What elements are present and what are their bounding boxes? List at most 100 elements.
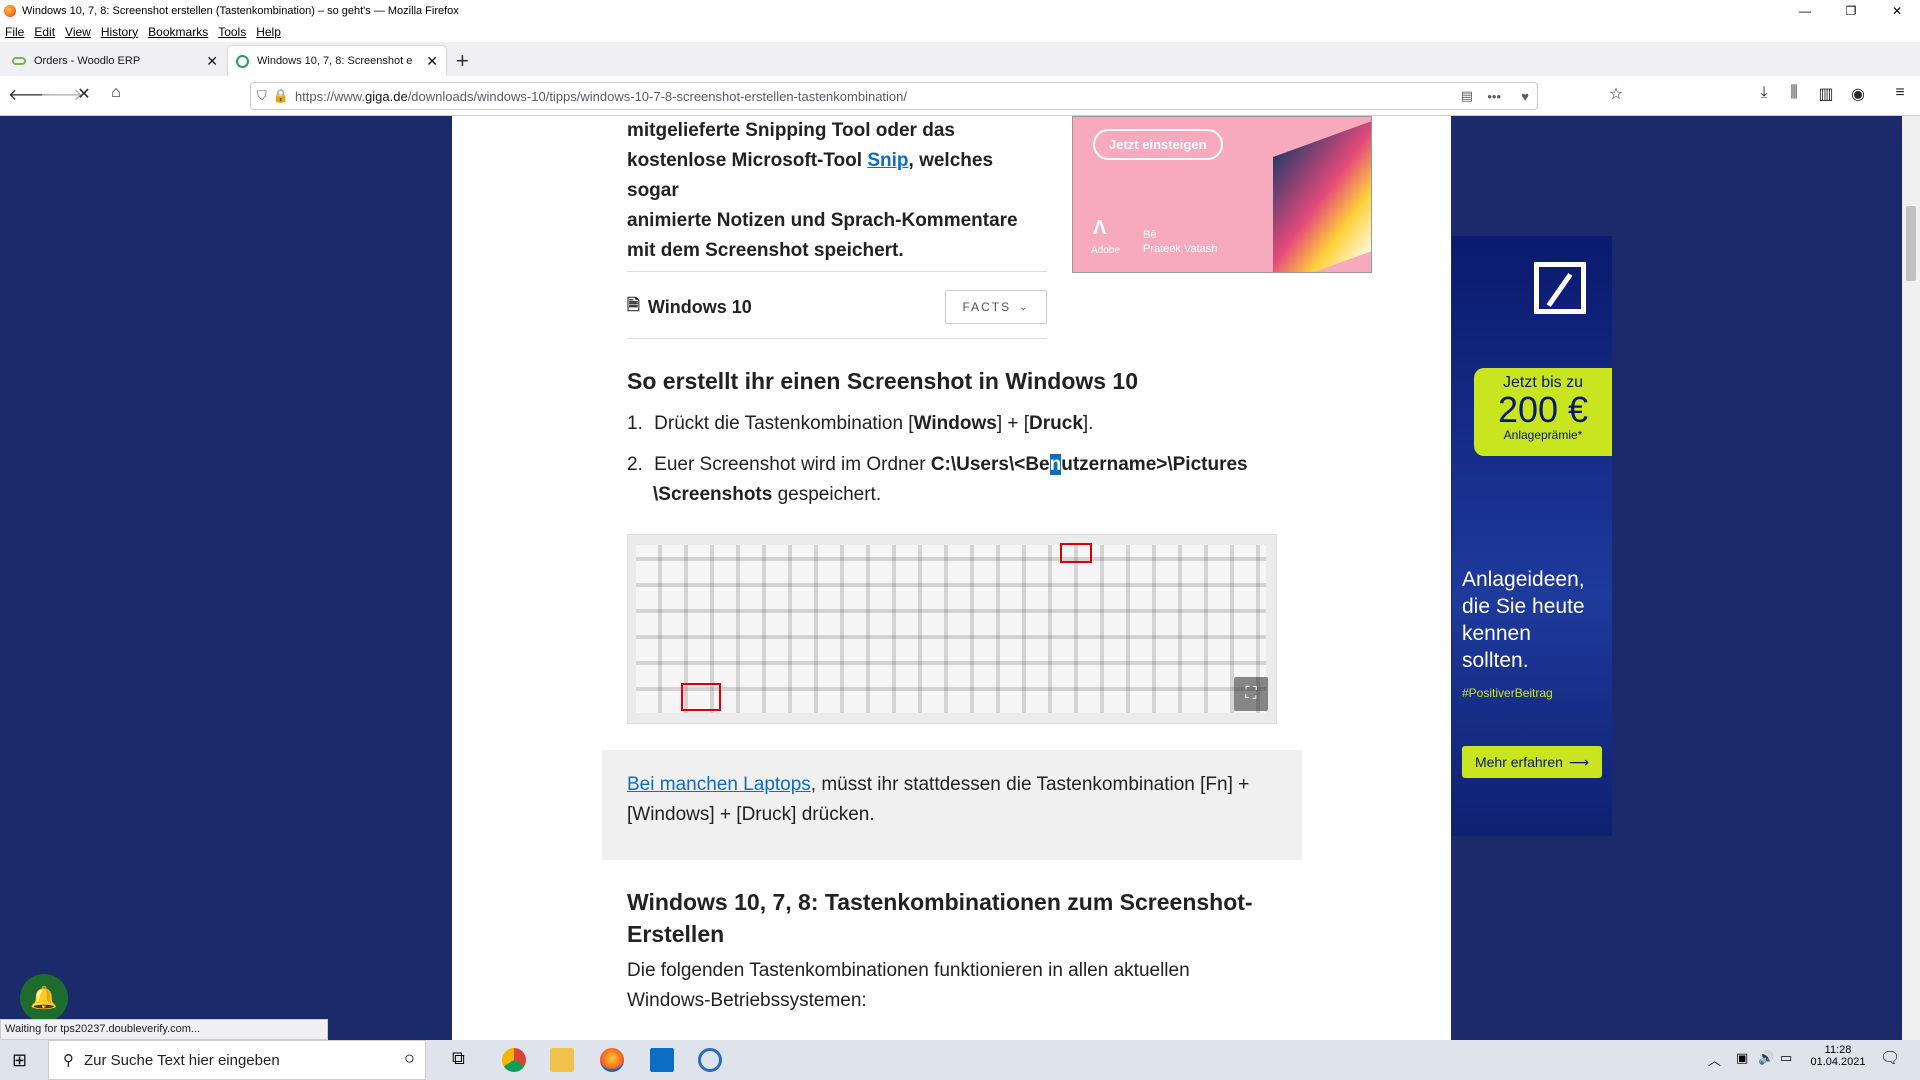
taskbar-search[interactable]: ⚲ Zur Suche Text hier eingeben: [48, 1040, 426, 1080]
facts-button-label: FACTS: [962, 300, 1012, 314]
close-tab-icon[interactable]: ✕: [426, 53, 438, 70]
sidebar-icon[interactable]: ▥: [1814, 84, 1838, 104]
menu-bar: File Edit View History Bookmarks Tools H…: [0, 22, 1920, 42]
tab-label: Orders - Woodlo ERP: [34, 55, 141, 67]
forward-icon[interactable]: 🡒: [40, 84, 83, 105]
step-text: ] + [: [996, 413, 1030, 434]
firefox-taskbar-icon[interactable]: [600, 1048, 624, 1072]
paragraph-line: Windows-Betriebssystemen:: [627, 990, 867, 1011]
section-heading-2: Windows 10, 7, 8: Tastenkombinationen zu…: [627, 886, 1277, 950]
notification-bell-icon[interactable]: 🔔: [20, 974, 68, 1022]
battery-icon[interactable]: ▭: [1780, 1050, 1792, 1066]
path-text: utzername>\Pictures: [1061, 454, 1248, 475]
network-icon[interactable]: ▣: [1736, 1050, 1748, 1066]
close-tab-icon[interactable]: ✕: [206, 53, 218, 70]
db-hashtag: #PositiverBeitrag: [1462, 686, 1553, 700]
step-text: Drückt die Tastenkombination [: [654, 413, 914, 434]
minimize-button[interactable]: —: [1782, 0, 1828, 22]
ad-artwork: [1273, 117, 1371, 272]
menu-help[interactable]: Help: [251, 25, 286, 39]
adobe-ad[interactable]: Jetzt einsteigen Ʌ Adobe Bē Prateek Vata…: [1072, 116, 1372, 273]
tray-chevron-icon[interactable]: ︿: [1708, 1050, 1721, 1069]
intro-line-3: animierte Notizen und Sprach-Kommentare: [627, 210, 1018, 231]
giga-favicon-icon: [236, 54, 249, 68]
tab-giga[interactable]: Windows 10, 7, 8: Screenshot e ✕: [228, 46, 446, 76]
page-actions-icon[interactable]: •••: [1487, 89, 1501, 104]
cortana-icon[interactable]: ○: [404, 1048, 415, 1069]
search-placeholder: Zur Suche Text hier eingeben: [84, 1051, 280, 1069]
paragraph: Die folgenden Tastenkombinationen funkti…: [627, 956, 1277, 1016]
menu-file[interactable]: File: [0, 25, 29, 39]
db-headline: Anlageideen, die Sie heute kennen sollte…: [1462, 566, 1585, 674]
divider: [627, 338, 1047, 339]
text-selection: n: [1049, 454, 1062, 475]
tab-label: Windows 10, 7, 8: Screenshot e: [257, 55, 413, 67]
new-tab-button[interactable]: +: [456, 48, 469, 74]
woodlo-favicon-icon: [12, 57, 26, 65]
maximize-button[interactable]: ❐: [1828, 0, 1874, 22]
facts-button[interactable]: FACTS ⌄: [945, 290, 1047, 324]
lock-icon[interactable]: 🔒: [273, 88, 289, 104]
nav-bar: 🡐 🡒 ✕ ⌂ ⛉ 🔒 https://www. giga.de/download…: [0, 76, 1920, 116]
scrollbar[interactable]: [1902, 116, 1920, 1040]
volume-icon[interactable]: 🔊: [1758, 1050, 1774, 1066]
clock-date: 01.04.2021: [1810, 1056, 1866, 1068]
db-cta-button[interactable]: Mehr erfahren ⟶: [1462, 746, 1602, 778]
menu-edit[interactable]: Edit: [29, 25, 60, 39]
badge-line: Anlageprämie*: [1503, 428, 1583, 442]
headline-line: Anlageideen,: [1462, 568, 1585, 591]
menu-history[interactable]: History: [96, 25, 143, 39]
snip-link[interactable]: Snip: [867, 150, 908, 171]
paragraph-line: Die folgenden Tastenkombinationen funkti…: [627, 960, 1190, 981]
url-path: /downloads/windows-10/tipps/windows-10-7…: [407, 88, 907, 104]
mail-icon[interactable]: [650, 1048, 674, 1072]
tab-bar: Orders - Woodlo ERP ✕ Windows 10, 7, 8: …: [0, 42, 1920, 76]
step-1: 1. Drückt die Tastenkombination [Windows…: [627, 409, 1093, 439]
close-window-button[interactable]: ✕: [1874, 0, 1920, 22]
task-view-icon[interactable]: ⧉: [452, 1048, 465, 1069]
key-windows: Windows: [913, 413, 997, 434]
laptops-link[interactable]: Bei manchen Laptops: [627, 774, 811, 795]
expand-image-icon[interactable]: ⛶: [1234, 677, 1268, 711]
scrollbar-thumb[interactable]: [1906, 206, 1916, 281]
keyboard-keys: [636, 545, 1266, 713]
firefox-logo-icon: [4, 5, 16, 17]
reader-view-icon[interactable]: ▤: [1461, 88, 1473, 104]
intro-line-1: mitgelieferte Snipping Tool oder das: [627, 120, 955, 141]
step-number: 1.: [627, 413, 643, 434]
db-badge: Jetzt bis zu 200 € Anlageprämie*: [1474, 368, 1612, 456]
stop-loading-icon[interactable]: ✕: [72, 84, 96, 104]
back-icon[interactable]: 🡐: [8, 84, 51, 105]
path-text: \Screenshots: [653, 484, 773, 505]
ad-cta-button[interactable]: Jetzt einsteigen: [1093, 129, 1223, 160]
db-ad[interactable]: Jetzt bis zu 200 € Anlageprämie* Anlagei…: [1452, 236, 1612, 836]
url-bar[interactable]: ⛉ 🔒 https://www. giga.de/downloads/window…: [250, 82, 1538, 110]
account-icon[interactable]: ◉: [1846, 84, 1870, 104]
pocket-icon[interactable]: ♥: [1521, 89, 1529, 104]
menu-bookmarks[interactable]: Bookmarks: [143, 25, 213, 39]
action-center-icon[interactable]: 🗨: [1880, 1048, 1900, 1068]
note-box: Bei manchen Laptops, müsst ihr stattdess…: [602, 750, 1302, 860]
ad-be: Bē: [1143, 229, 1157, 241]
bookmark-star-icon[interactable]: ☆: [1604, 84, 1628, 104]
chrome-icon[interactable]: [502, 1048, 526, 1072]
library-icon[interactable]: ⫼: [1782, 84, 1806, 102]
home-icon[interactable]: ⌂: [104, 84, 128, 102]
headline-line: die Sie heute: [1462, 595, 1585, 618]
file-explorer-icon[interactable]: [550, 1048, 574, 1072]
cta-label: Mehr erfahren: [1474, 754, 1563, 770]
menu-tools[interactable]: Tools: [213, 25, 251, 39]
clock[interactable]: 11:28 01.04.2021: [1808, 1044, 1868, 1068]
windows-start-icon[interactable]: ⊞: [12, 1050, 27, 1071]
downloads-icon[interactable]: ⤓: [1752, 84, 1776, 102]
app-menu-icon[interactable]: ≡: [1888, 84, 1912, 102]
shield-icon[interactable]: ⛉: [257, 88, 267, 104]
print-key-highlight: [1060, 543, 1092, 563]
section-heading: So erstellt ihr einen Screenshot in Wind…: [627, 368, 1139, 394]
app-icon[interactable]: [698, 1048, 722, 1072]
menu-view[interactable]: View: [60, 25, 96, 39]
heading-line: Erstellen: [627, 921, 725, 947]
heading-line: Windows 10, 7, 8: Tastenkombinationen zu…: [627, 889, 1253, 915]
document-icon: 🗎: [627, 297, 640, 314]
tab-orders[interactable]: Orders - Woodlo ERP ✕: [4, 46, 226, 76]
